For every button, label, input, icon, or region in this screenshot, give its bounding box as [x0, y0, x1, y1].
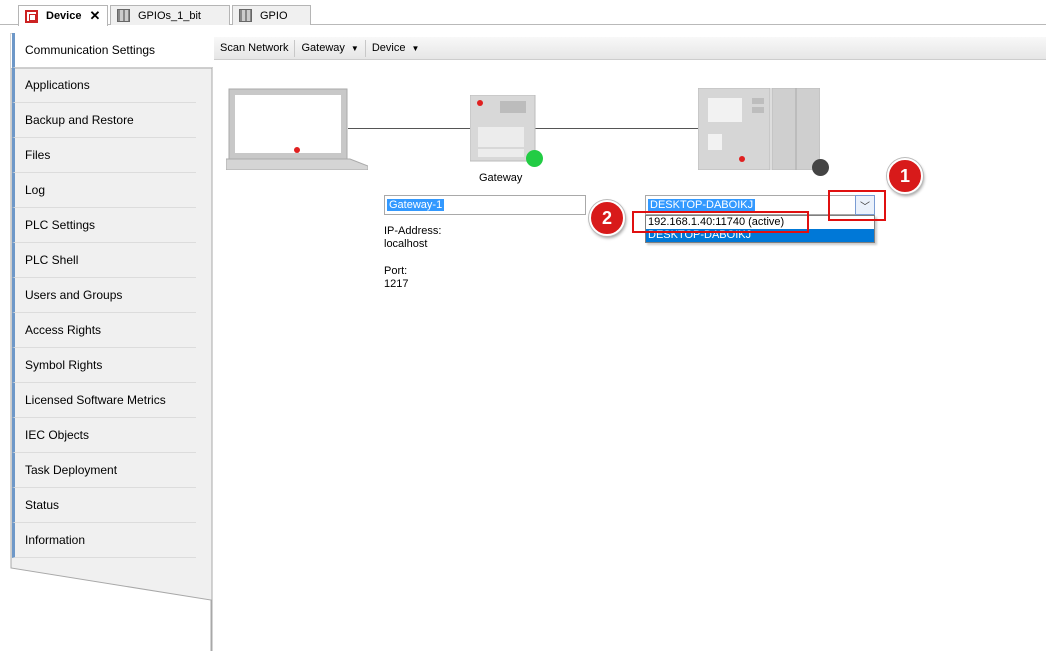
- annotation-badge-1: 1: [887, 158, 923, 194]
- sidebar-item-files[interactable]: Files: [12, 138, 196, 173]
- gateway-menu-button[interactable]: Gateway ▼: [295, 39, 366, 57]
- sidebar-item-applications[interactable]: Applications: [12, 68, 196, 103]
- sidebar-item-iec-objects[interactable]: IEC Objects: [12, 418, 196, 453]
- gateway-name-field[interactable]: Gateway-1: [384, 195, 586, 215]
- sidebar-item-task-deployment[interactable]: Task Deployment: [12, 453, 196, 488]
- gateway-menu-label: Gateway: [301, 42, 345, 54]
- sidebar-item-symbol-rights[interactable]: Symbol Rights: [12, 348, 196, 383]
- scan-network-label: Scan Network: [220, 42, 289, 54]
- tab-gpio[interactable]: GPIO: [232, 5, 311, 25]
- device-icon: [25, 9, 38, 23]
- sidebar-item-label: PLC Settings: [25, 218, 96, 232]
- module-icon: [239, 9, 252, 22]
- tab-label: Device: [46, 10, 82, 22]
- dropdown-arrow-icon: ▼: [411, 43, 420, 53]
- tab-label: GPIO: [260, 9, 288, 22]
- sidebar-item-label: Symbol Rights: [25, 358, 103, 372]
- scan-network-button[interactable]: Scan Network: [214, 39, 296, 57]
- sidebar-item-label: Task Deployment: [25, 463, 118, 477]
- sidebar-item-communication-settings[interactable]: Communication Settings: [12, 33, 213, 68]
- module-icon: [117, 9, 130, 22]
- gateway-status-dot: [526, 150, 543, 167]
- close-icon[interactable]: ✕: [89, 8, 100, 24]
- ip-address-label: IP-Address:: [384, 225, 442, 237]
- sidebar-item-log[interactable]: Log: [12, 173, 196, 208]
- device-menu-button[interactable]: Device ▼: [366, 40, 426, 57]
- sidebar-item-label: Backup and Restore: [25, 113, 134, 127]
- sidebar-item-label: Log: [25, 183, 46, 197]
- sidebar-item-label: IEC Objects: [25, 428, 90, 442]
- ip-address-value: localhost: [384, 238, 428, 250]
- sidebar-item-plc-settings[interactable]: PLC Settings: [12, 208, 196, 243]
- computer-icon: [226, 88, 368, 170]
- device-menu-label: Device: [371, 42, 406, 54]
- gateway-name-value: Gateway-1: [387, 199, 445, 211]
- editor-tab-bar: Device ✕ GPIOs_1_bit GPIO: [0, 0, 1046, 26]
- tab-gpios-1-bit[interactable]: GPIOs_1_bit: [110, 5, 230, 25]
- port-value: 1217: [384, 278, 409, 290]
- plc-device-icon: [698, 88, 820, 170]
- annotation-badge-2: 2: [589, 200, 625, 236]
- sidebar-item-users-and-groups[interactable]: Users and Groups: [12, 278, 196, 313]
- sidebar-item-label: Users and Groups: [25, 288, 123, 302]
- sidebar-item-label: Licensed Software Metrics: [25, 393, 166, 407]
- connection-line: [535, 128, 699, 129]
- sidebar-item-label: Communication Settings: [25, 43, 156, 57]
- sidebar-item-information[interactable]: Information: [12, 523, 196, 558]
- device-select-value: DESKTOP-DABOIKJ: [648, 199, 756, 211]
- highlight-box-2: [632, 211, 809, 233]
- gateway-caption: Gateway: [479, 172, 523, 184]
- sidebar-item-label: PLC Shell: [25, 253, 79, 267]
- sidebar-item-label: Status: [25, 498, 60, 512]
- sidebar-item-licensed-software-metrics[interactable]: Licensed Software Metrics: [12, 383, 196, 418]
- device-editor-sidebar: Communication Settings Applications Back…: [10, 33, 213, 651]
- sidebar-item-label: Information: [25, 533, 86, 547]
- sidebar-item-backup-and-restore[interactable]: Backup and Restore: [12, 103, 196, 138]
- sidebar-item-access-rights[interactable]: Access Rights: [12, 313, 196, 348]
- sidebar-item-plc-shell[interactable]: PLC Shell: [12, 243, 196, 278]
- port-label: Port:: [384, 265, 408, 277]
- sidebar-item-label: Files: [25, 148, 51, 162]
- tab-label: GPIOs_1_bit: [138, 9, 201, 22]
- communication-toolbar: Scan Network Gateway ▼ Device ▼: [214, 37, 1046, 60]
- device-status-dot: [812, 159, 829, 176]
- sidebar-item-label: Access Rights: [25, 323, 102, 337]
- highlight-box-1: [828, 190, 886, 221]
- sidebar-item-status[interactable]: Status: [12, 488, 196, 523]
- tab-device[interactable]: Device ✕: [18, 5, 108, 26]
- sidebar-item-label: Applications: [25, 78, 90, 92]
- dropdown-arrow-icon: ▼: [350, 43, 359, 53]
